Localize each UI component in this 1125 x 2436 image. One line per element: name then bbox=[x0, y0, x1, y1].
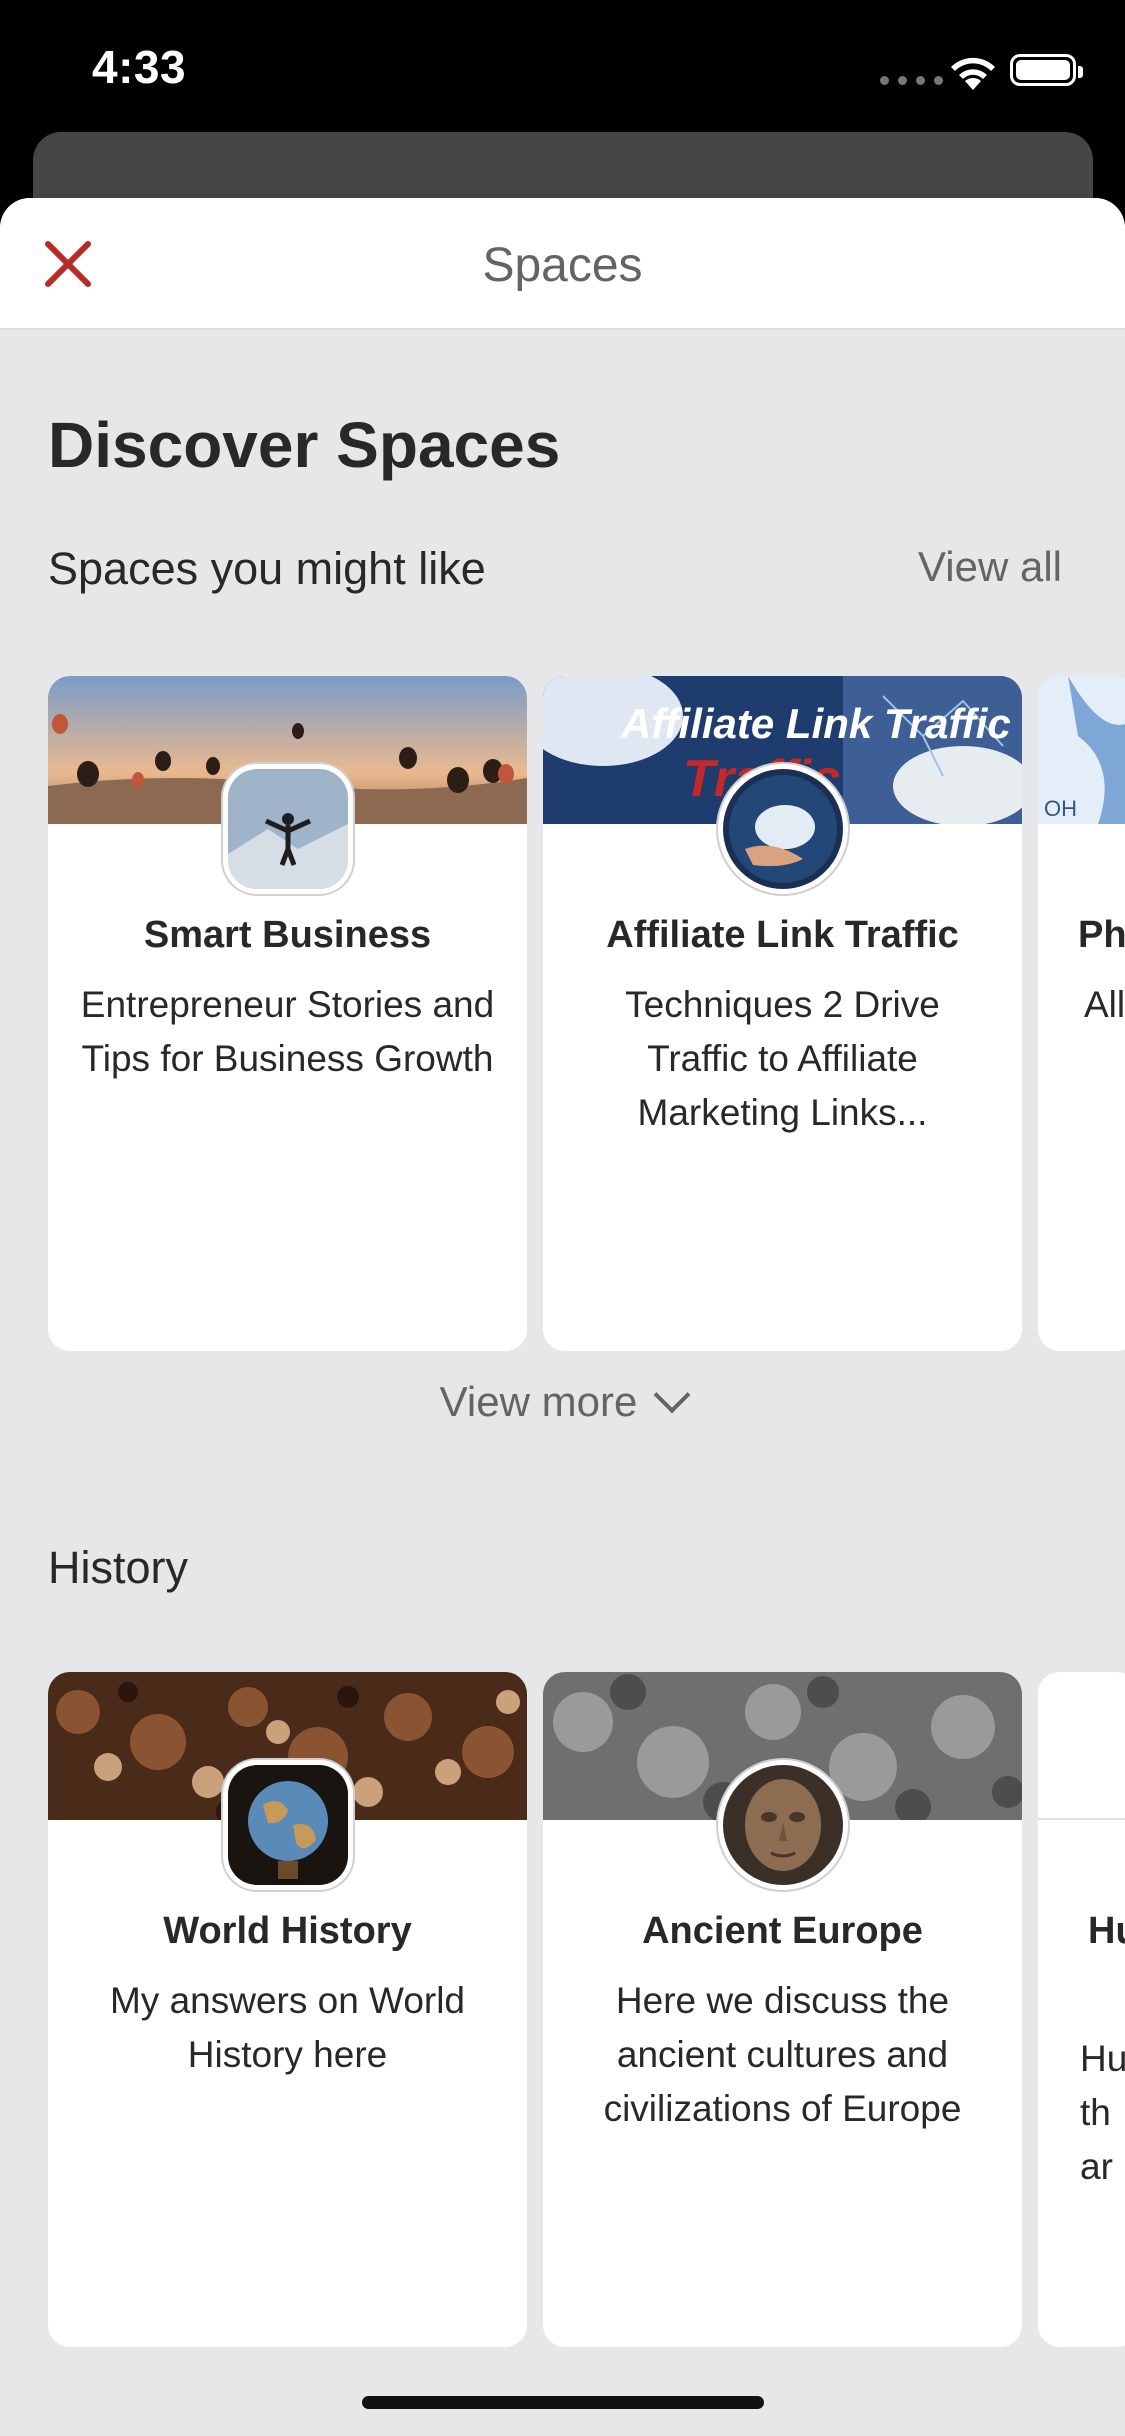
space-card-world-history[interactable]: World History My answers on World Histor… bbox=[48, 1672, 527, 2347]
space-banner bbox=[1038, 1672, 1125, 1820]
space-card-partial[interactable]: Hu Hu th ar bbox=[1038, 1672, 1125, 2347]
page-title: Discover Spaces bbox=[48, 409, 561, 481]
space-card-affiliate-link-traffic[interactable]: Affiliate Link Traffic Traffic Affiliate… bbox=[543, 676, 1022, 1351]
view-more-label: View more bbox=[439, 1378, 638, 1425]
status-time: 4:33 bbox=[92, 41, 187, 93]
sheet-header: Spaces bbox=[0, 198, 1125, 330]
space-description: Techniques 2 Drive Traffic to Affiliate … bbox=[625, 984, 940, 1133]
view-more-button[interactable]: View more bbox=[0, 1376, 1125, 1426]
space-description: All bbox=[1084, 984, 1125, 1025]
spaces-sheet: Spaces Discover Spaces Spaces you might … bbox=[0, 198, 1125, 2436]
space-banner: OH bbox=[1038, 676, 1125, 824]
history-card-row: World History My answers on World Histor… bbox=[48, 1672, 1125, 2347]
space-avatar bbox=[717, 764, 848, 894]
section-label-history: History bbox=[48, 1542, 189, 1593]
sheet-title: Spaces bbox=[482, 239, 643, 292]
space-title: Affiliate Link Traffic bbox=[606, 914, 959, 956]
space-description: Here we discuss the ancient cultures and… bbox=[603, 1980, 962, 2129]
wifi-icon bbox=[951, 57, 995, 90]
space-description: My answers on World History here bbox=[109, 1980, 466, 2075]
space-title: Smart Business bbox=[143, 914, 432, 956]
signal-icon bbox=[880, 76, 943, 85]
space-avatar bbox=[222, 764, 353, 894]
suggested-card-row: Smart Business Entrepreneur Stories and … bbox=[48, 676, 1125, 1351]
space-title: Ph bbox=[1078, 914, 1125, 956]
space-avatar bbox=[222, 1760, 353, 1890]
banner-text: Affiliate Link Traffic bbox=[620, 700, 1011, 747]
chevron-down-icon bbox=[653, 1376, 691, 1414]
section-label-suggested: Spaces you might like bbox=[48, 543, 486, 594]
space-card-ancient-europe[interactable]: Ancient Europe Here we discuss the ancie… bbox=[543, 1672, 1022, 2347]
space-title: Hu bbox=[1088, 1910, 1125, 1952]
space-avatar bbox=[717, 1760, 848, 1890]
space-card-partial[interactable]: OH Ph All bbox=[1038, 676, 1125, 1351]
space-title: World History bbox=[163, 1910, 412, 1952]
space-card-smart-business[interactable]: Smart Business Entrepreneur Stories and … bbox=[48, 676, 527, 1351]
space-description: Hu th ar bbox=[1080, 2038, 1125, 2187]
space-title: Ancient Europe bbox=[642, 1910, 923, 1952]
battery-icon bbox=[1010, 54, 1083, 86]
view-all-link[interactable]: View all bbox=[918, 543, 1062, 591]
svg-text:OH: OH bbox=[1044, 796, 1077, 821]
home-indicator bbox=[362, 2396, 764, 2409]
space-description: Entrepreneur Stories and Tips for Busine… bbox=[80, 984, 495, 1079]
status-bar: 4:33 bbox=[0, 0, 1125, 132]
